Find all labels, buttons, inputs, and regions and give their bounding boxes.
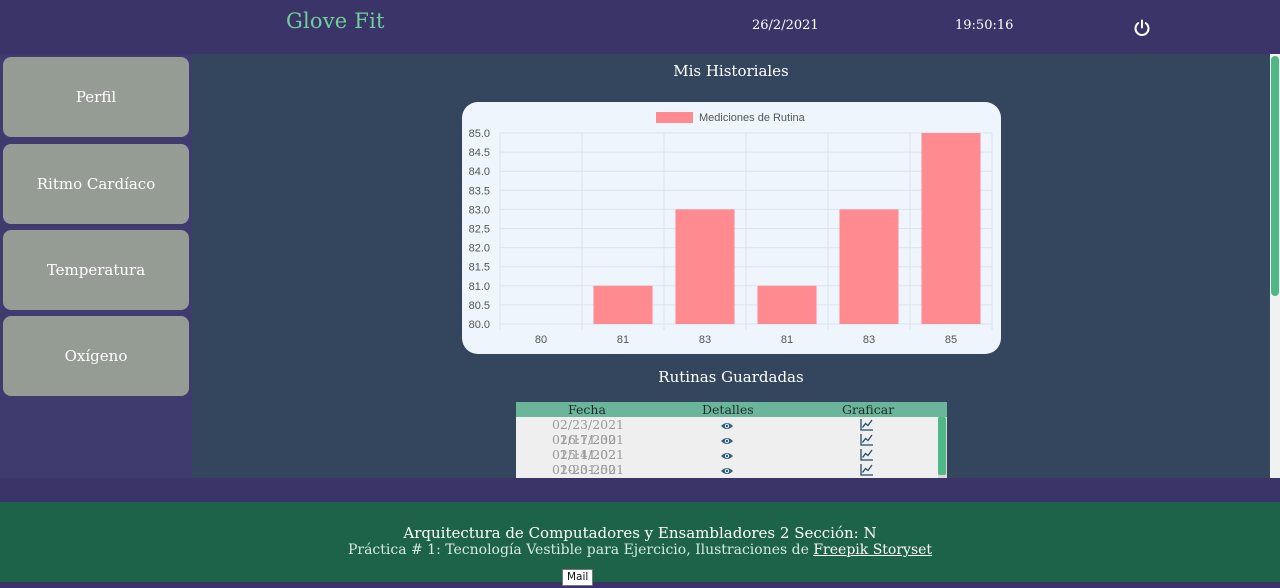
x-tick-label: 83	[699, 334, 711, 346]
y-tick-label: 81.5	[469, 262, 490, 274]
page-scrollbar-thumb[interactable]	[1271, 56, 1279, 296]
footer-subtitle-text: Práctica # 1: Tecnología Vestible para E…	[347, 542, 814, 558]
app-brand[interactable]: Glove Fit	[286, 9, 385, 33]
table-scrollbar-thumb[interactable]	[938, 417, 946, 475]
bar[interactable]	[921, 133, 981, 324]
sidebar-item-oxigeno[interactable]: Oxígeno	[3, 316, 189, 396]
history-chart-card: 85.0 84.5 84.0 83.5 83.0 82.5 82.0 81.5 81.0 80.5…	[462, 102, 1001, 354]
bar[interactable]	[839, 209, 899, 324]
chart-line-icon[interactable]	[860, 418, 874, 431]
bar[interactable]	[675, 209, 735, 324]
column-header-fecha: Fecha	[568, 402, 606, 417]
eye-icon[interactable]	[720, 449, 734, 459]
column-header-detalles: Detalles	[702, 402, 754, 417]
x-tick-label: 81	[781, 334, 793, 346]
table-row: 02/23/2021 16:11:30	[516, 417, 938, 447]
x-tick-label: 81	[617, 334, 629, 346]
y-tick-label: 83.5	[469, 185, 490, 197]
spacer-band	[0, 478, 1280, 502]
bottom-strip	[0, 582, 1280, 588]
sidebar-item-perfil[interactable]: Perfil	[3, 57, 189, 137]
eye-icon[interactable]	[720, 464, 734, 474]
history-title: Mis Historiales	[673, 62, 789, 80]
sidebar-item-label: Ritmo Cardíaco	[36, 175, 156, 193]
table-row: 02-23-2021 04:44:45	[516, 462, 938, 478]
power-icon[interactable]	[1132, 18, 1152, 38]
footer: Arquitectura de Computadores y Ensamblad…	[0, 502, 1280, 582]
y-tick-label: 85.0	[469, 128, 490, 140]
y-tick-label: 81.0	[469, 281, 490, 293]
sidebar-item-label: Oxígeno	[64, 347, 128, 365]
y-tick-label: 84.0	[469, 166, 490, 178]
legend-swatch[interactable]	[656, 112, 693, 123]
x-tick-label: 85	[945, 334, 957, 346]
eye-icon[interactable]	[720, 419, 734, 429]
table-header: Fecha Detalles Graficar	[516, 402, 947, 417]
routine-date: 02-23-2021 04:44:45	[551, 462, 625, 478]
sidebar-item-label: Perfil	[75, 88, 117, 106]
legend-label[interactable]: Mediciones de Rutina	[699, 112, 806, 124]
top-navbar: Glove Fit 26/2/2021 19:50:16	[0, 0, 1280, 54]
chart-line-icon[interactable]	[860, 433, 874, 446]
footer-subtitle: Práctica # 1: Tecnología Vestible para E…	[0, 542, 1280, 558]
freepik-storyset-link[interactable]: Freepik Storyset	[813, 542, 932, 558]
eye-icon[interactable]	[720, 434, 734, 444]
routines-table: Fecha Detalles Graficar 02/23/2021 16:11…	[516, 402, 947, 478]
sidebar-item-temperatura[interactable]: Temperatura	[3, 230, 189, 310]
sidebar: Perfil Ritmo Cardíaco Temperatura Oxígen…	[0, 54, 192, 478]
y-tick-label: 80.5	[469, 300, 490, 312]
main-content: Mis Historiales 85.0 84.5 84.0 83.5 83.0 82.5…	[192, 54, 1270, 478]
y-tick-label: 82.5	[469, 224, 490, 236]
y-tick-label: 82.0	[469, 243, 490, 255]
y-tick-label: 80.0	[469, 319, 490, 331]
chart-line-icon[interactable]	[860, 463, 874, 476]
table-row: 02/17/2021 15:41:02	[516, 432, 938, 462]
mail-tooltip: Mail	[562, 569, 594, 586]
y-tick-label: 84.5	[469, 147, 490, 159]
history-chart: 85.0 84.5 84.0 83.5 83.0 82.5 82.0 81.5 81.0 80.5…	[469, 112, 993, 346]
routines-title: Rutinas Guardadas	[658, 368, 804, 386]
table-row: 02/11/2021 10:01:50	[516, 447, 938, 477]
sidebar-item-ritmo-cardiaco[interactable]: Ritmo Cardíaco	[3, 144, 189, 224]
chart-line-icon[interactable]	[860, 448, 874, 461]
y-tick-label: 83.0	[469, 204, 490, 216]
column-header-graficar: Graficar	[842, 402, 895, 417]
bar[interactable]	[593, 285, 653, 324]
bar[interactable]	[757, 285, 817, 324]
current-time: 19:50:16	[955, 18, 1014, 33]
x-tick-label: 80	[535, 334, 547, 346]
current-date: 26/2/2021	[752, 18, 819, 33]
sidebar-item-label: Temperatura	[46, 261, 146, 279]
x-tick-label: 83	[863, 334, 875, 346]
footer-title: Arquitectura de Computadores y Ensamblad…	[403, 524, 877, 542]
